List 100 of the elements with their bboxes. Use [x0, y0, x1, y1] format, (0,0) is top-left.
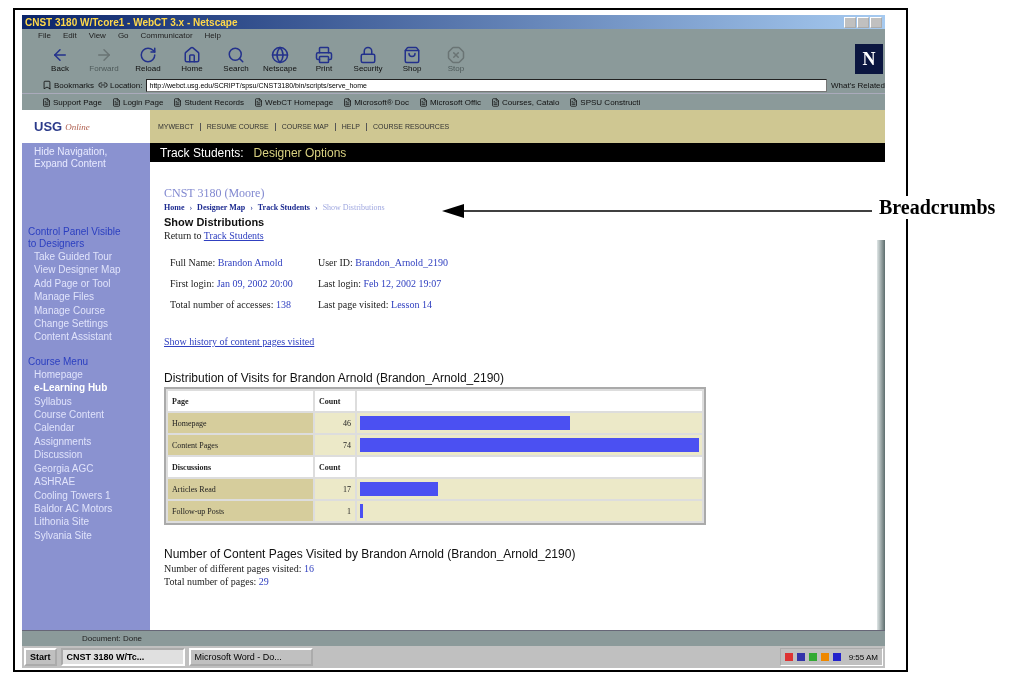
bookmark-button[interactable]: WebCT Homepage — [254, 97, 334, 107]
page-icon — [254, 97, 263, 107]
padlock-icon — [359, 45, 377, 64]
page-icon — [111, 97, 121, 107]
menu-item[interactable]: View — [88, 30, 106, 40]
column-header: Page — [168, 391, 313, 411]
table-cell: 1 — [315, 501, 355, 521]
sidebar-heading: Course Menu — [28, 355, 90, 368]
table-cell: Follow-up Posts — [168, 501, 313, 521]
bookmark-button[interactable]: SPSU Constructi — [569, 97, 641, 107]
column-header: Count — [315, 391, 355, 411]
course-logo: USG Online — [22, 110, 150, 143]
toolbar-button[interactable]: Print — [304, 45, 344, 73]
toolbar-button[interactable]: Back — [40, 45, 80, 73]
search-icon — [227, 45, 245, 64]
page-icon — [569, 97, 579, 107]
printer-icon — [315, 45, 333, 64]
toolbar-button[interactable]: Home — [172, 45, 212, 73]
column-header: Count — [315, 457, 355, 477]
info-label: Last page visited: — [318, 299, 389, 310]
close-button[interactable] — [870, 16, 882, 28]
page-icon — [173, 97, 183, 107]
globe-icon — [271, 45, 289, 64]
bookmark-button[interactable]: Student Records — [173, 97, 244, 107]
info-label: Last login: — [318, 278, 362, 289]
toolbar-button[interactable]: Shop — [392, 45, 432, 73]
sidebar-heading: Control Panel Visible to Designers — [28, 226, 122, 250]
info-label: Total number of accesses: — [170, 299, 274, 310]
page-icon — [343, 97, 353, 107]
menu-item[interactable]: File — [38, 30, 51, 40]
table-cell: Homepage — [168, 413, 313, 433]
page-icon — [491, 97, 500, 107]
location-label: Location: — [98, 80, 143, 90]
status-text: Document: Done — [82, 634, 143, 643]
section-heading: Distribution of Visits for Brandon Arnold (Brandon_Arnold_2190) — [164, 371, 505, 385]
table-cell: 17 — [315, 479, 355, 499]
bookmark-button[interactable]: Support Page — [42, 97, 102, 107]
info-value[interactable]: 138 — [275, 299, 291, 310]
info-label: First login: — [170, 278, 215, 289]
bag-icon — [403, 45, 421, 64]
menu-item[interactable]: Help — [204, 30, 222, 40]
banner-title: Track Students: — [160, 145, 244, 160]
breadcrumb-link[interactable]: Designer Map — [197, 203, 246, 212]
stat-value-link[interactable]: 16 — [304, 563, 315, 574]
column-header: Discussions — [168, 457, 313, 477]
browser-logo: N — [855, 44, 883, 74]
return-link[interactable]: Track Students — [203, 230, 264, 241]
info-value[interactable]: Lesson 14 — [391, 299, 432, 310]
taskbar-button[interactable]: Microsoft Word - Do... — [188, 648, 313, 666]
course-title: CNST 3180 (Moore) — [164, 186, 266, 201]
bookmark-button[interactable]: Microsoft Offic — [419, 97, 481, 107]
whats-related-button[interactable]: What's Related — [831, 80, 885, 90]
stat-value-link[interactable]: 29 — [258, 576, 269, 587]
info-label: Full Name: — [170, 257, 216, 268]
toolbar-button[interactable]: Netscape — [260, 45, 300, 73]
link-icon — [98, 80, 108, 90]
toolbar-button[interactable]: Security — [348, 45, 388, 73]
breadcrumb-link[interactable]: Track Students — [257, 203, 310, 212]
home-icon — [183, 45, 201, 64]
info-value[interactable]: Jan 09, 2002 20:00 — [216, 278, 293, 289]
stat-label: Number of different pages visited: — [164, 563, 302, 574]
breadcrumb-separator: › — [250, 203, 253, 212]
bookmark-button[interactable]: Courses, Catalo — [491, 97, 560, 107]
toolbar-button[interactable]: Search — [216, 45, 256, 73]
breadcrumb-separator: › — [314, 203, 318, 212]
table-cell: 46 — [315, 413, 355, 433]
minimize-button[interactable] — [844, 16, 856, 28]
table-cell: 74 — [315, 435, 355, 455]
start-button[interactable]: Start — [24, 648, 57, 666]
breadcrumb-separator: › — [189, 203, 193, 212]
page-icon — [42, 97, 51, 107]
menu-item[interactable]: Communicator — [140, 30, 193, 40]
info-value[interactable]: Brandon_Arnold_2190 — [355, 257, 448, 268]
info-value[interactable]: Brandon Arnold — [217, 257, 283, 268]
toolbar-button[interactable]: Reload — [128, 45, 168, 73]
menu-item[interactable]: Go — [117, 30, 129, 40]
reload-icon — [139, 45, 157, 64]
clock: 9:55 AM — [848, 652, 878, 662]
breadcrumb-link[interactable]: Home — [164, 203, 185, 212]
window-title: CNST 3180 W/Tcore1 - WebCT 3.x - Netscape — [25, 16, 238, 28]
stop-icon — [447, 45, 465, 64]
page-heading: Show Distributions — [164, 216, 265, 228]
page-icon — [419, 97, 428, 107]
bookmarks-button[interactable]: Bookmarks — [42, 80, 94, 90]
stat-label: Total number of pages: — [164, 576, 257, 587]
menu-item[interactable]: Edit — [62, 30, 77, 40]
scrollbar[interactable] — [877, 240, 885, 630]
info-value[interactable]: Feb 12, 2002 19:07 — [363, 278, 442, 289]
history-link[interactable]: Show history of content pages visited — [164, 336, 315, 347]
bookmark-icon — [42, 80, 52, 90]
return-text: Return to — [164, 230, 202, 241]
callout-label: Breadcrumbs — [877, 196, 998, 219]
taskbar-button[interactable]: CNST 3180 W/Tc... — [60, 648, 185, 666]
bookmark-button[interactable]: Microsoft® Doc — [343, 97, 409, 107]
maximize-button[interactable] — [857, 16, 869, 28]
bookmark-button[interactable]: Login Page — [111, 97, 164, 107]
info-label: User ID: — [318, 257, 353, 268]
table-cell: Articles Read — [168, 479, 313, 499]
section-heading: Number of Content Pages Visited by Brandon Arnold (Brandon_Arnold_2190) — [164, 547, 577, 561]
banner-subtitle: Designer Options — [253, 145, 347, 160]
